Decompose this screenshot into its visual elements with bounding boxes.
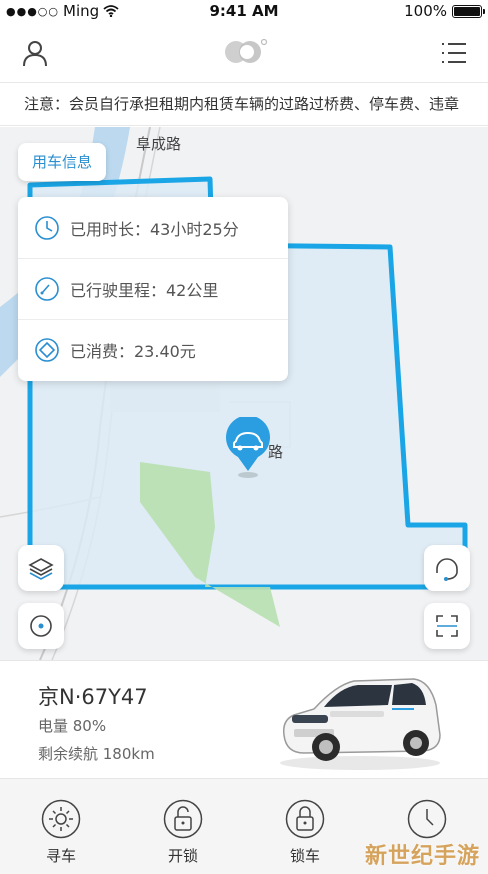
usage-info-card: 已用时长：43小时25分 已行驶里程：42公里 已消费：23.40元 xyxy=(18,197,288,381)
headset-icon xyxy=(436,558,458,581)
scan-icon xyxy=(436,615,458,637)
unlock-icon xyxy=(163,799,203,839)
notice-banner: 注意：会员自行承担租期内租赁车辆的过路过桥费、停车费、违章 xyxy=(0,82,488,126)
car-image xyxy=(280,678,441,770)
nav-find-car-label: 寻车 xyxy=(45,847,76,865)
battery-level: 电量 80% xyxy=(38,717,107,735)
lock-icon xyxy=(285,799,325,839)
nav-lock[interactable]: 锁车 xyxy=(244,779,366,874)
car-location-pin-icon[interactable] xyxy=(224,417,272,481)
nav-unlock-label: 开锁 xyxy=(167,847,198,865)
watermark-text: 新世纪手游 xyxy=(364,844,480,869)
nav-lock-label: 锁车 xyxy=(289,847,320,865)
nav-find-car[interactable]: 寻车 xyxy=(0,779,122,874)
usage-mileage-row: 已行驶里程：42公里 xyxy=(18,258,288,319)
usage-duration-text: 已用时长：43小时25分 xyxy=(70,219,239,239)
nav-unlock[interactable]: 开锁 xyxy=(122,779,244,874)
clock-icon xyxy=(35,215,59,240)
layers-icon xyxy=(28,558,54,580)
status-right: 100% xyxy=(404,2,485,20)
map-view[interactable]: 阜成路 路 用车信息 已用时长：43小时25分 已行驶里程：42公里 已消费：2… xyxy=(0,127,488,660)
brand-logo-icon xyxy=(225,38,268,63)
usage-fee-text: 已消费：23.40元 xyxy=(70,342,196,361)
scan-button[interactable] xyxy=(424,603,470,649)
find-car-icon xyxy=(41,799,81,839)
battery-icon xyxy=(452,4,485,18)
fee-icon xyxy=(35,338,59,362)
app-header xyxy=(0,24,488,82)
usage-mileage-text: 已行驶里程：42公里 xyxy=(70,281,219,300)
battery-fill xyxy=(454,6,480,16)
user-icon[interactable] xyxy=(20,38,50,68)
license-plate: 京N·67Y47 xyxy=(38,685,148,709)
map-layers-button[interactable] xyxy=(18,545,64,591)
clock-icon xyxy=(407,799,447,839)
usage-info-tab[interactable]: 用车信息 xyxy=(18,143,107,181)
customer-service-button[interactable] xyxy=(424,545,470,591)
remaining-range: 剩余续航 180km xyxy=(38,745,155,763)
car-info-panel[interactable]: 京N·67Y47 电量 80% 剩余续航 180km xyxy=(0,660,488,778)
battery-percent: 100% xyxy=(404,2,447,20)
locate-me-button[interactable] xyxy=(18,603,64,649)
speedometer-icon xyxy=(35,277,59,301)
menu-icon[interactable] xyxy=(438,38,468,68)
road-label-fucheng: 阜成路 xyxy=(136,135,182,153)
locate-icon xyxy=(30,615,52,637)
status-bar: ●●●○○ Ming 9:41 AM 100% xyxy=(0,0,488,24)
usage-duration-row: 已用时长：43小时25分 xyxy=(18,197,288,258)
usage-fee-row: 已消费：23.40元 xyxy=(18,319,288,380)
